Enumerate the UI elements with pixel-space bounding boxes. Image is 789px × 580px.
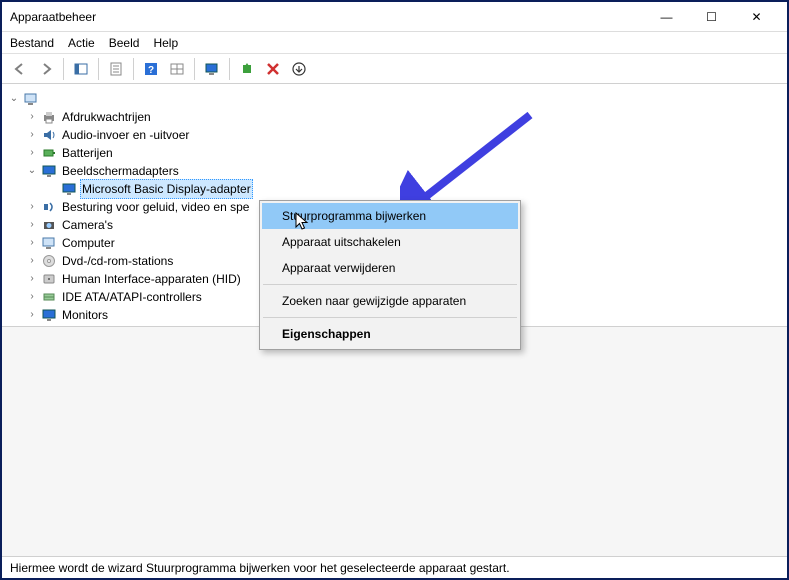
- tree-item-label: Muizen en andere aanwijsapparaten: [60, 324, 257, 326]
- collapse-icon[interactable]: ⌄: [8, 90, 20, 108]
- monitor-icon: [41, 307, 57, 323]
- x-red-icon: [266, 62, 280, 76]
- tree-item-label: Computer: [60, 234, 117, 252]
- display-icon: [41, 163, 57, 179]
- toolbar-separator: [63, 58, 64, 80]
- uninstall-device-button[interactable]: [261, 57, 285, 81]
- context-menu-item[interactable]: Zoeken naar gewijzigde apparaten: [262, 288, 518, 314]
- display-icon: [61, 181, 77, 197]
- context-menu-separator: [263, 317, 517, 318]
- titlebar: Apparaatbeheer — ☐ ✕: [2, 2, 787, 32]
- disable-device-button[interactable]: [287, 57, 311, 81]
- tree-item[interactable]: ⌄ Beeldschermadapters: [6, 162, 783, 180]
- tree-root[interactable]: ⌄: [6, 90, 783, 108]
- monitor-scan-icon: [205, 62, 219, 76]
- tree-item[interactable]: › Batterijen: [6, 144, 783, 162]
- menu-file[interactable]: Bestand: [10, 36, 54, 50]
- toolbar: ?: [2, 54, 787, 84]
- tree-item-label: Beeldschermadapters: [60, 162, 181, 180]
- toolbar-separator: [229, 58, 230, 80]
- tree-item-label: Monitors: [60, 306, 110, 324]
- expand-icon[interactable]: ›: [26, 324, 38, 326]
- minimize-button[interactable]: —: [644, 3, 689, 31]
- tree-item-label: Microsoft Basic Display-adapter: [80, 179, 253, 199]
- expand-icon[interactable]: ›: [26, 144, 38, 162]
- context-menu-item[interactable]: Eigenschappen: [262, 321, 518, 347]
- expand-icon[interactable]: ›: [26, 252, 38, 270]
- tree-item-label: Camera's: [60, 216, 115, 234]
- computer-icon: [23, 91, 39, 107]
- printer-icon: [41, 109, 57, 125]
- device-manager-window: Apparaatbeheer — ☐ ✕ Bestand Actie Beeld…: [0, 0, 789, 580]
- context-menu-item[interactable]: Apparaat uitschakelen: [262, 229, 518, 255]
- computer-icon: [41, 235, 57, 251]
- window-title: Apparaatbeheer: [10, 10, 644, 24]
- tree-item-label: Human Interface-apparaten (HID): [60, 270, 243, 288]
- context-menu-separator: [263, 284, 517, 285]
- battery-icon: [41, 145, 57, 161]
- panel-icon: [74, 62, 88, 76]
- tree-item-label: Audio-invoer en -uitvoer: [60, 126, 191, 144]
- scan-hardware-button[interactable]: [200, 57, 224, 81]
- chip-update-icon: [240, 62, 254, 76]
- disc-icon: [41, 253, 57, 269]
- statusbar: Hiermee wordt de wizard Stuurprogramma b…: [2, 556, 787, 578]
- arrow-right-icon: [39, 62, 53, 76]
- help-button[interactable]: ?: [139, 57, 163, 81]
- circle-down-icon: [292, 62, 306, 76]
- update-driver-button[interactable]: [235, 57, 259, 81]
- expand-icon[interactable]: ⌄: [26, 162, 38, 180]
- ide-icon: [41, 289, 57, 305]
- tree-item-label: Afdrukwachtrijen: [60, 108, 153, 126]
- expand-icon[interactable]: ›: [26, 270, 38, 288]
- expand-icon[interactable]: ›: [26, 234, 38, 252]
- tree-item-label: Batterijen: [60, 144, 115, 162]
- expand-icon[interactable]: ›: [26, 108, 38, 126]
- context-menu: Stuurprogramma bijwerkenApparaat uitscha…: [259, 200, 521, 350]
- tree-item[interactable]: › Audio-invoer en -uitvoer: [6, 126, 783, 144]
- menu-action[interactable]: Actie: [68, 36, 95, 50]
- tree-item[interactable]: › Afdrukwachtrijen: [6, 108, 783, 126]
- audio-icon: [41, 127, 57, 143]
- properties-button[interactable]: [104, 57, 128, 81]
- status-spacer: [2, 326, 787, 557]
- context-menu-item[interactable]: Apparaat verwijderen: [262, 255, 518, 281]
- expand-icon[interactable]: ›: [26, 126, 38, 144]
- tree-item-label: Dvd-/cd-rom-stations: [60, 252, 175, 270]
- forward-button[interactable]: [34, 57, 58, 81]
- menu-view[interactable]: Beeld: [109, 36, 140, 50]
- hid-icon: [41, 271, 57, 287]
- mouse-icon: [41, 325, 57, 326]
- toolbar-separator: [98, 58, 99, 80]
- camera-icon: [41, 217, 57, 233]
- maximize-button[interactable]: ☐: [689, 3, 734, 31]
- menu-help[interactable]: Help: [153, 36, 178, 50]
- action-button[interactable]: [165, 57, 189, 81]
- tree-item-label: IDE ATA/ATAPI-controllers: [60, 288, 204, 306]
- toolbar-separator: [133, 58, 134, 80]
- properties-icon: [109, 62, 123, 76]
- close-button[interactable]: ✕: [734, 3, 779, 31]
- status-text: Hiermee wordt de wizard Stuurprogramma b…: [10, 561, 510, 575]
- svg-text:?: ?: [148, 65, 154, 76]
- tree-item-label: Besturing voor geluid, video en spe: [60, 198, 251, 216]
- context-menu-item[interactable]: Stuurprogramma bijwerken: [262, 203, 518, 229]
- expand-icon[interactable]: ›: [26, 198, 38, 216]
- show-hide-tree-button[interactable]: [69, 57, 93, 81]
- arrow-left-icon: [13, 62, 27, 76]
- sound-icon: [41, 199, 57, 215]
- tree-item[interactable]: Microsoft Basic Display-adapter: [6, 180, 783, 198]
- menubar: Bestand Actie Beeld Help: [2, 32, 787, 54]
- back-button[interactable]: [8, 57, 32, 81]
- help-icon: ?: [144, 62, 158, 76]
- toolbar-separator: [194, 58, 195, 80]
- grid-icon: [170, 62, 184, 76]
- expand-icon[interactable]: ›: [26, 216, 38, 234]
- expand-icon[interactable]: ›: [26, 306, 38, 324]
- expand-icon[interactable]: ›: [26, 288, 38, 306]
